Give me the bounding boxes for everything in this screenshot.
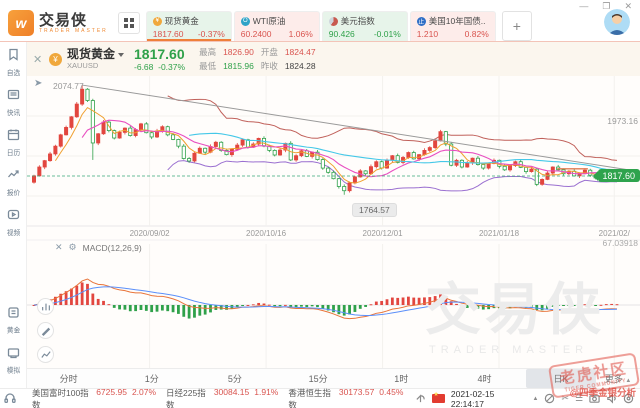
draw-tool-button[interactable] <box>37 322 54 339</box>
china-flag-icon <box>432 391 445 403</box>
market-tab-2[interactable]: O WTI原油 60.2400 1.06% <box>233 11 320 41</box>
app-title: 交易侠 <box>39 11 88 29</box>
peak-price-annotation: 2074.77 <box>53 81 84 91</box>
market-tab-1[interactable]: ¥ 现货黄金 1817.60 -0.37% <box>145 11 232 41</box>
price-change-pct: -0.37% <box>158 61 186 72</box>
clock-timestamp: 2021-02-15 22:14:17 <box>450 388 495 408</box>
cursor-tool-icon[interactable]: ➤ <box>34 78 42 89</box>
macd-close-icon[interactable]: ✕ <box>55 242 63 253</box>
sidebar-item-calendar[interactable]: 日历 <box>6 128 21 158</box>
window-controls: — ❐ ✕ <box>579 2 632 11</box>
macd-scale-label: 67.03918 <box>602 238 638 248</box>
timeframe-4时[interactable]: 4时 <box>443 369 526 388</box>
sidebar-item-news[interactable]: 快讯 <box>6 88 21 118</box>
ohlc-fields: 最高 1826.90 开盘 1824.47 最低 1815.96 昨收 1824.28 <box>199 46 316 72</box>
news-icon <box>7 88 20 106</box>
close-button[interactable]: ✕ <box>624 2 632 11</box>
field-label: 开盘 <box>260 47 278 57</box>
macd-settings-icon[interactable]: ⚙ <box>69 242 77 253</box>
sidebar-item-quotes[interactable]: 报价 <box>6 168 21 198</box>
treasury-icon: 止 <box>416 16 426 26</box>
calendar-icon <box>7 128 20 146</box>
market-tabs: ¥ 现货黄金 1817.60 -0.37% O WTI原油 60.2400 1.06% … <box>145 11 496 41</box>
last-price: 1817.60 <box>134 45 185 62</box>
field-label: 昨收 <box>260 61 278 71</box>
add-tab-button[interactable]: + <box>501 11 532 41</box>
sidebar-item-gold[interactable]: 黄金 <box>6 306 21 336</box>
app-header: — ❐ ✕ w 交易侠 TRADER MASTER ¥ 现货黄金 1817.60-… <box>0 0 640 42</box>
restore-button[interactable]: ❐ <box>602 2 610 11</box>
timeframe-5分[interactable]: 5分 <box>193 369 276 388</box>
grid-icon <box>123 18 134 28</box>
bookmark-icon <box>7 48 20 66</box>
timeframe-分时[interactable]: 分时 <box>27 369 110 388</box>
chart-area[interactable]: 2020/09/02 2020/10/16 2020/12/01 2021/01/18… <box>27 76 640 368</box>
credit-watermark: @四季金银分析 <box>569 388 636 399</box>
network-status-icon <box>415 393 426 404</box>
x-axis-tick: 2020/12/01 <box>363 229 404 238</box>
x-axis-tick: 2020/09/02 <box>130 229 171 238</box>
dollar-index-icon <box>328 16 338 26</box>
sidebar-item-video[interactable]: 视频 <box>6 208 21 238</box>
sidebar-item-demo[interactable]: 模拟 <box>6 346 21 376</box>
timeframe-15分[interactable]: 15分 <box>277 369 360 388</box>
layout-grid-button[interactable] <box>117 12 140 34</box>
oil-icon: O <box>240 16 250 26</box>
symbol-selector[interactable]: 现货黄金 XAUUSD <box>67 47 125 70</box>
symbol-name: 现货黄金 <box>67 47 116 61</box>
volume-tool-button[interactable] <box>37 298 54 315</box>
gold-coin-icon: ¥ <box>152 16 162 26</box>
macd-indicator-label: MACD(12,26,9) <box>82 242 142 253</box>
field-label: 最高 <box>199 47 217 57</box>
app-subtitle: TRADER MASTER <box>39 27 108 34</box>
field-value: 1815.96 <box>223 61 254 71</box>
index-quote[interactable]: 香港恒生指数 30173.57 0.45% <box>288 387 403 408</box>
app-logo: w 交易侠 TRADER MASTER <box>8 10 108 36</box>
timeframe-1分[interactable]: 1分 <box>110 369 193 388</box>
market-tab-4[interactable]: 止美国10年国债.. 1.210 0.82% <box>409 11 496 41</box>
left-sidebar: 自选快讯日历报价视频 黄金模拟 <box>0 42 27 388</box>
field-value: 1826.90 <box>223 47 254 57</box>
demo-icon <box>7 346 20 364</box>
quotes-icon <box>7 168 20 186</box>
minimize-button[interactable]: — <box>579 2 588 11</box>
trough-price-tooltip: 1764.57 <box>352 203 397 217</box>
avatar[interactable] <box>604 9 630 35</box>
quote-header: ✕ ¥ 现货黄金 XAUUSD 1817.60 -6.68 -0.37% 最高 1… <box>27 42 640 76</box>
symbol-code: XAUUSD <box>67 61 99 70</box>
video-icon <box>7 208 20 226</box>
close-chart-icon[interactable]: ✕ <box>33 53 47 66</box>
chevron-down-icon <box>118 52 125 57</box>
field-label: 最低 <box>199 61 217 71</box>
logo-icon: w <box>8 10 34 36</box>
expand-caret-icon[interactable]: ▲ <box>532 396 538 402</box>
indicator-tool-button[interactable] <box>37 346 54 363</box>
current-price-tag: 1817.60 <box>593 169 640 182</box>
index-quote[interactable]: 美国富时100指数 6725.95 2.07% <box>32 387 156 408</box>
gold-icon <box>7 306 20 324</box>
status-bar: 美国富时100指数 6725.95 2.07% 日经225指数 30084.15 1.91… <box>0 387 640 408</box>
sidebar-item-bookmark[interactable]: 自选 <box>6 48 21 78</box>
x-axis-tick: 2021/01/18 <box>479 229 520 238</box>
field-value: 1824.28 <box>284 61 316 71</box>
headphones-icon[interactable] <box>4 392 16 406</box>
x-axis-tick: 2021/02/ <box>599 229 631 238</box>
price-change: -6.68 <box>134 61 154 72</box>
candlestick-chart[interactable]: 2020/09/02 2020/10/16 2020/12/01 2021/01/18… <box>27 76 640 368</box>
x-axis-tick: 2020/10/16 <box>246 229 287 238</box>
y-axis-label: 1973.16 <box>607 116 638 126</box>
market-tab-3[interactable]: 美元指数 90.426 -0.01% <box>321 11 408 41</box>
field-value: 1824.47 <box>284 47 316 57</box>
index-quote[interactable]: 日经225指数 30084.15 1.91% <box>166 387 278 408</box>
timeframe-1时[interactable]: 1时 <box>360 369 443 388</box>
gold-coin-icon: ¥ <box>49 52 62 66</box>
